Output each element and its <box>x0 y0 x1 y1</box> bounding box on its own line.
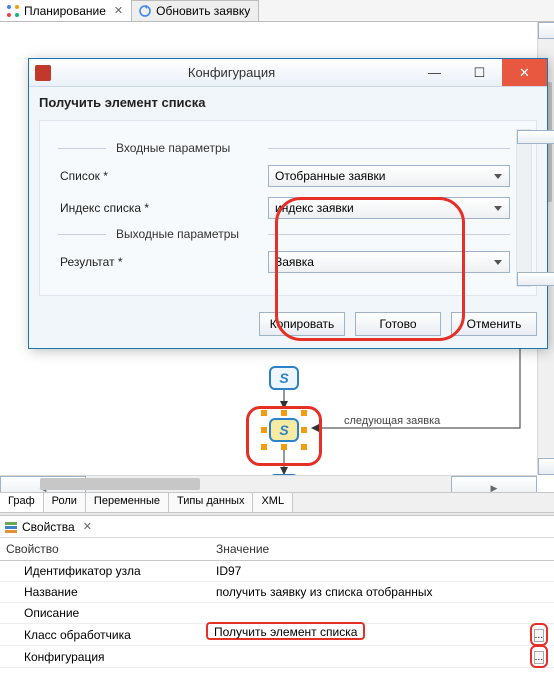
section-input-params: Входные параметры <box>58 141 510 153</box>
section-output-params: Выходные параметры <box>58 227 510 239</box>
table-row[interactable]: Описание <box>0 603 554 624</box>
diagram-canvas[interactable]: S S S следующая заявка ▲ ▼ ◀ ▶ Граф Роли… <box>0 22 554 512</box>
prop-key: Класс обработчика <box>0 624 210 646</box>
tab-roles[interactable]: Роли <box>44 493 86 512</box>
prop-value[interactable]: получить заявку из списка отобранных <box>210 582 514 603</box>
select-index[interactable]: индекс заявки <box>268 197 510 219</box>
properties-icon <box>4 520 18 534</box>
dialog-body: ▲ ▼ Входные параметры Список * Отобранны… <box>39 120 537 296</box>
prop-value[interactable]: ID97 <box>210 561 514 582</box>
app-icon <box>35 65 51 81</box>
tab-variables[interactable]: Переменные <box>86 493 169 512</box>
scroll-down-icon[interactable]: ▼ <box>517 272 554 286</box>
select-list[interactable]: Отобранные заявки <box>268 165 510 187</box>
properties-table: Свойство Значение Идентификатор узла ID9… <box>0 538 554 668</box>
prop-value[interactable]: Получить элемент списка <box>210 624 514 646</box>
tab-update-request[interactable]: Обновить заявку <box>132 0 259 21</box>
prop-key: Идентификатор узла <box>0 561 210 582</box>
minimize-button[interactable]: — <box>412 59 457 86</box>
row-result: Результат * Заявка <box>58 249 510 275</box>
close-button[interactable]: ✕ <box>502 59 547 86</box>
row-index: Индекс списка * индекс заявки <box>58 195 510 221</box>
properties-tab[interactable]: Свойства ✕ <box>0 516 554 538</box>
prop-value[interactable] <box>210 646 514 668</box>
browse-button[interactable]: ... <box>534 651 544 664</box>
select-result[interactable]: Заявка <box>268 251 510 273</box>
maximize-button[interactable]: ☐ <box>457 59 502 86</box>
horizontal-scrollbar[interactable]: ◀ ▶ <box>0 475 537 492</box>
scroll-up-icon[interactable]: ▲ <box>517 130 554 144</box>
prop-key: Описание <box>0 603 210 624</box>
tab-label: Обновить заявку <box>156 4 250 18</box>
inner-scrollbar[interactable]: ▲ ▼ <box>516 129 532 287</box>
prop-key: Название <box>0 582 210 603</box>
canvas-view-tabs: Граф Роли Переменные Типы данных XML <box>0 492 554 512</box>
scroll-thumb[interactable] <box>40 478 200 490</box>
table-row[interactable]: Конфигурация ... <box>0 646 554 668</box>
editor-tabs: Планирование ✕ Обновить заявку <box>0 0 554 22</box>
diagram-node-selected[interactable]: S <box>261 410 307 450</box>
tab-xml[interactable]: XML <box>253 493 293 512</box>
dialog-subtitle: Получить элемент списка <box>29 87 547 114</box>
tab-planning[interactable]: Планирование ✕ <box>0 0 132 21</box>
label-list: Список * <box>58 169 268 183</box>
col-property[interactable]: Свойство <box>0 538 210 561</box>
table-row[interactable]: Идентификатор узла ID97 <box>0 561 554 582</box>
scroll-down-icon[interactable]: ▼ <box>538 458 554 475</box>
close-icon[interactable]: ✕ <box>114 4 123 17</box>
browse-button[interactable]: ... <box>534 629 544 642</box>
tab-label: Планирование <box>24 4 106 18</box>
refresh-icon <box>138 4 152 18</box>
diagram-icon <box>6 4 20 18</box>
edge-label: следующая заявка <box>344 415 440 427</box>
tab-graph[interactable]: Граф <box>0 493 44 512</box>
dialog-titlebar[interactable]: Конфигурация — ☐ ✕ <box>29 59 547 87</box>
dialog-title: Конфигурация <box>51 65 412 80</box>
highlight-ring: Получить элемент списка <box>206 622 365 640</box>
close-icon[interactable]: ✕ <box>83 520 92 533</box>
prop-key: Конфигурация <box>0 646 210 668</box>
label-index: Индекс списка * <box>58 201 268 215</box>
diagram-node[interactable]: S <box>269 366 299 390</box>
prop-value[interactable] <box>210 603 514 624</box>
ok-button[interactable]: Готово <box>355 312 441 336</box>
tab-datatypes[interactable]: Типы данных <box>169 493 253 512</box>
properties-title: Свойства <box>22 520 75 534</box>
table-row[interactable]: Название получить заявку из списка отобр… <box>0 582 554 603</box>
col-value[interactable]: Значение <box>210 538 514 561</box>
label-result: Результат * <box>58 255 268 269</box>
row-list: Список * Отобранные заявки <box>58 163 510 189</box>
scroll-up-icon[interactable]: ▲ <box>538 22 554 39</box>
dialog-buttons: Копировать Готово Отменить <box>29 306 547 348</box>
config-dialog: Конфигурация — ☐ ✕ Получить элемент спис… <box>28 58 548 349</box>
cancel-button[interactable]: Отменить <box>451 312 537 336</box>
copy-button[interactable]: Копировать <box>259 312 345 336</box>
table-row[interactable]: Класс обработчика Получить элемент списк… <box>0 624 554 646</box>
